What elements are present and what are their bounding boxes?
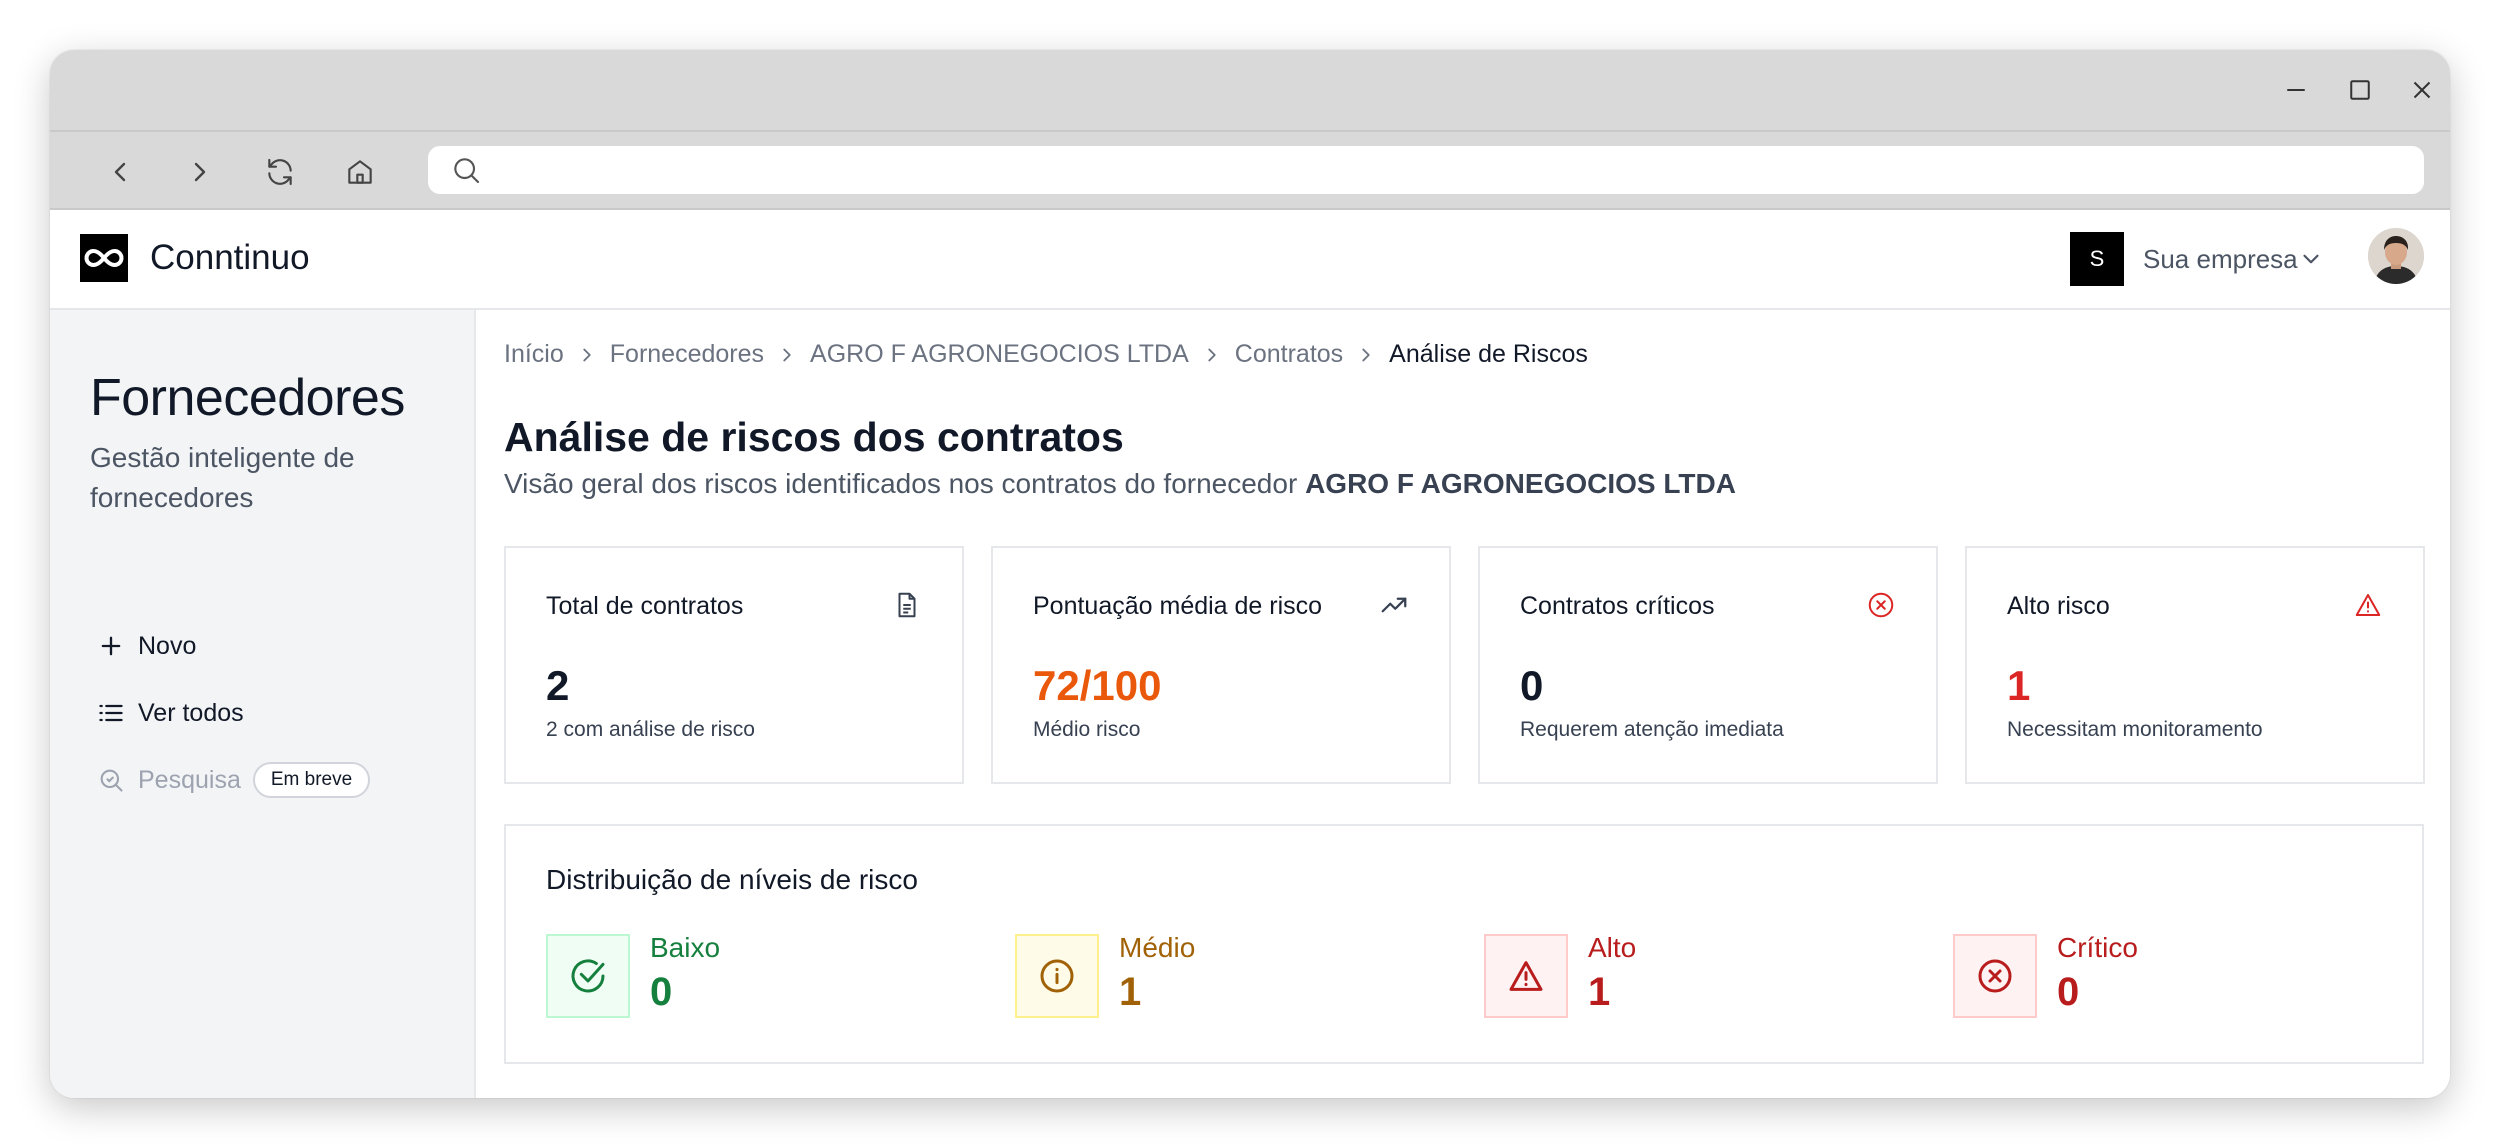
page-title: Análise de riscos dos contratos	[504, 414, 1124, 460]
chevron-down-icon[interactable]	[2298, 246, 2324, 272]
search-icon	[454, 158, 480, 184]
card-pontuacao-media: Pontuação média de risco 72/100 Médio ri…	[991, 546, 1451, 784]
card-total-contratos: Total de contratos 2 2 com análise de ri…	[504, 546, 964, 784]
x-circle-icon	[1978, 959, 2012, 993]
chevron-left-icon	[114, 162, 126, 182]
check-circle-icon	[571, 959, 605, 993]
maximize-button[interactable]	[2340, 70, 2380, 110]
breadcrumb: Início Fornecedores AGRO F AGRONEGOCIOS …	[504, 340, 1588, 369]
sidebar-subtitle: Gestão inteligente de fornecedores	[90, 442, 355, 513]
risk-level-count: 1	[1588, 970, 1611, 1014]
sidebar-item-label: Novo	[138, 631, 197, 660]
company-selector-label[interactable]: Sua empresa	[2143, 244, 2298, 275]
home-button[interactable]	[338, 150, 382, 194]
close-window-button[interactable]	[2402, 70, 2442, 110]
risk-level-label: Alto	[1588, 932, 1637, 963]
maximize-icon	[2350, 80, 2370, 100]
card-value: 2	[546, 662, 570, 709]
breadcrumb-contratos[interactable]: Contratos	[1235, 340, 1343, 369]
card-note: Necessitam monitoramento	[2007, 718, 2263, 741]
chevron-right-icon	[1362, 348, 1370, 361]
document-icon	[898, 592, 916, 618]
minimize-icon	[2287, 89, 2305, 91]
card-note: 2 com análise de risco	[546, 718, 755, 741]
plus-icon	[101, 636, 121, 656]
card-alto-risco: Alto risco 1 Necessitam monitoramento	[1965, 546, 2425, 784]
breadcrumb-supplier[interactable]: AGRO F AGRONEGOCIOS LTDA	[810, 340, 1189, 369]
main-content: Início Fornecedores AGRO F AGRONEGOCIOS …	[476, 310, 2450, 1098]
risk-level-label: Médio	[1119, 932, 1196, 963]
chevron-right-icon	[1208, 348, 1216, 361]
chevron-right-icon	[583, 348, 591, 361]
card-title: Pontuação média de risco	[1033, 592, 1323, 620]
chevron-right-icon	[783, 348, 791, 361]
info-circle-icon	[1040, 959, 1074, 993]
list-icon	[99, 704, 123, 722]
risk-level-count: 0	[2057, 970, 2080, 1014]
breadcrumb-current: Análise de Riscos	[1389, 340, 1588, 368]
x-circle-icon	[1868, 592, 1894, 618]
card-title: Alto risco	[2007, 592, 2110, 620]
avatar[interactable]	[2368, 228, 2424, 284]
breadcrumb-fornecedores[interactable]: Fornecedores	[610, 340, 764, 369]
sidebar-item-novo[interactable]: Novo	[90, 624, 196, 668]
app-header: Conntinuo S Sua empresa	[50, 210, 2450, 310]
card-title: Total de contratos	[546, 592, 744, 620]
breadcrumb-inicio[interactable]: Início	[504, 340, 564, 369]
page-subtitle-text: Visão geral dos riscos identificados nos…	[504, 468, 1298, 499]
brand-logo[interactable]	[80, 234, 128, 282]
risk-level-icon-box	[1484, 934, 1568, 1018]
card-note: Requerem atenção imediata	[1520, 718, 1784, 741]
sidebar-item-ver-todos[interactable]: Ver todos	[90, 691, 244, 735]
sidebar-item-label: Ver todos	[138, 698, 244, 727]
risk-level-label: Baixo	[650, 932, 721, 963]
page-subtitle-supplier: AGRO F AGRONEGOCIOS LTDA	[1305, 468, 1736, 499]
risk-level-icon-box	[546, 934, 630, 1018]
risk-level-count: 0	[650, 970, 673, 1014]
risk-level-label: Crítico	[2057, 932, 2138, 963]
address-bar[interactable]	[428, 146, 2424, 194]
reload-button[interactable]	[258, 150, 302, 194]
sidebar-item-label: Pesquisa	[138, 765, 241, 794]
browser-navbar	[50, 130, 2450, 210]
minimize-button[interactable]	[2276, 70, 2316, 110]
alert-triangle-icon	[2355, 594, 2381, 616]
card-value: 1	[2007, 662, 2031, 709]
chevron-right-icon	[194, 162, 206, 182]
sidebar: Fornecedores Gestão inteligente de forne…	[50, 310, 476, 1098]
card-value: 0	[1520, 662, 1544, 709]
risk-distribution-panel: Distribuição de níveis de risco Baixo 0 …	[504, 824, 2424, 1064]
search-sparkle-icon	[100, 769, 123, 792]
coming-soon-badge: Em breve	[252, 762, 371, 798]
risk-level-count: 1	[1119, 970, 1142, 1014]
card-title: Contratos críticos	[1520, 592, 1715, 620]
url-input[interactable]	[496, 146, 2424, 194]
sidebar-title: Fornecedores	[90, 369, 405, 427]
card-contratos-criticos: Contratos críticos 0 Requerem atenção im…	[1478, 546, 1938, 784]
risk-level-icon-box	[1953, 934, 2037, 1018]
brand-name: Conntinuo	[150, 238, 310, 277]
browser-window: Conntinuo S Sua empresa Fornecedores Ges…	[50, 50, 2450, 1098]
distribution-title: Distribuição de níveis de risco	[546, 864, 918, 895]
card-note: Médio risco	[1033, 718, 1141, 741]
sidebar-item-pesquisa: Pesquisa Em breve	[90, 758, 371, 802]
user-avatar-icon	[2368, 228, 2424, 284]
card-value: 72/100	[1033, 662, 1162, 709]
alert-triangle-icon	[1509, 961, 1543, 991]
close-icon	[2413, 81, 2431, 99]
back-button[interactable]	[98, 150, 142, 194]
window-titlebar	[50, 50, 2450, 130]
company-initial-badge[interactable]: S	[2070, 232, 2124, 286]
trending-up-icon	[1381, 597, 1407, 613]
page-subtitle: Visão geral dos riscos identificados nos…	[504, 468, 1736, 500]
refresh-icon	[268, 158, 292, 186]
risk-level-icon-box	[1015, 934, 1099, 1018]
forward-button[interactable]	[178, 150, 222, 194]
infinity-icon	[84, 248, 124, 268]
home-icon	[348, 160, 372, 184]
